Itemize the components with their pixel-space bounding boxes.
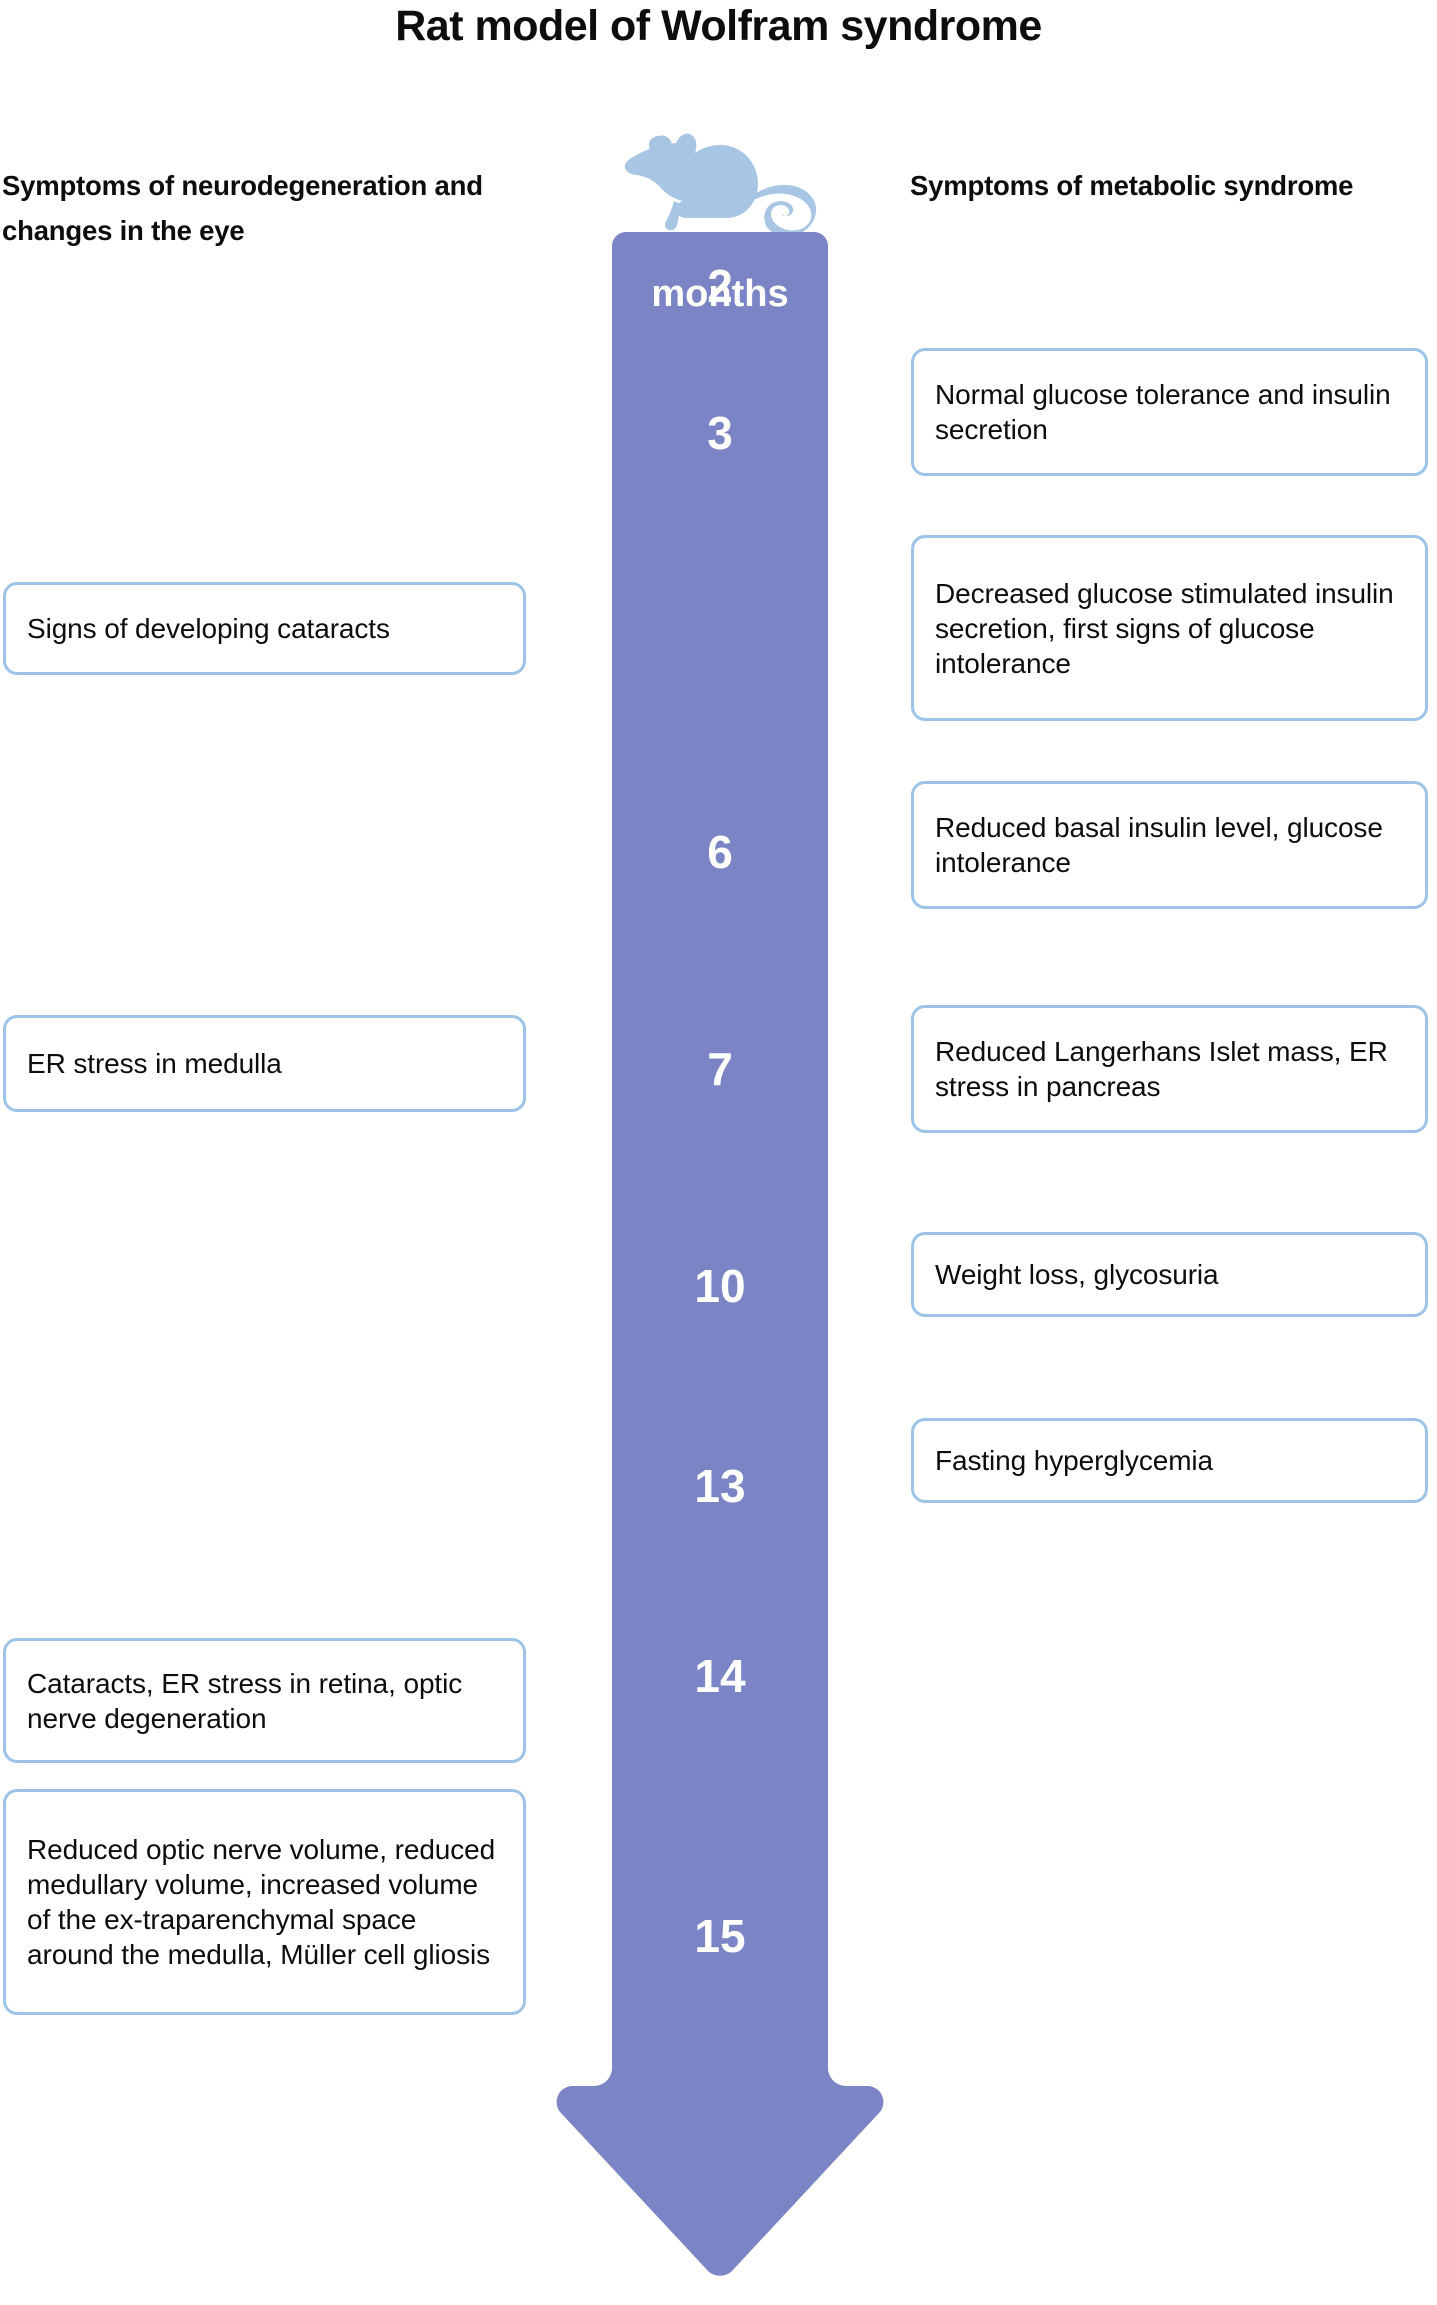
month-label-10: 10 [694, 1260, 746, 1312]
symptom-text: Reduced Langerhans Islet mass, ER stress… [935, 1036, 1388, 1102]
symptom-box-right-month-6[interactable]: Reduced basal insulin level, glucose int… [911, 781, 1428, 909]
symptom-text: Decreased glucose stimulated insulin sec… [935, 577, 1394, 679]
symptom-text: Reduced basal insulin level, glucose int… [935, 812, 1383, 878]
symptom-box-left-month-3[interactable]: Signs of developing cataracts [3, 582, 526, 675]
month-label-13: 13 [694, 1460, 746, 1512]
month-label-2: 2 [707, 260, 733, 312]
month-label-3: 3 [707, 407, 733, 459]
symptom-text: Normal glucose tolerance and insulin sec… [935, 379, 1391, 445]
symptom-text: Cataracts, ER stress in retina, optic ne… [27, 1667, 463, 1734]
rat-silhouette-icon [614, 126, 829, 237]
symptom-box-right-month-7[interactable]: Reduced Langerhans Islet mass, ER stress… [911, 1005, 1428, 1133]
symptom-text: Reduced optic nerve volume, reduced medu… [27, 1834, 496, 1970]
symptom-text: Weight loss, glycosuria [935, 1259, 1219, 1290]
month-label-6: 6 [707, 826, 733, 878]
symptom-box-right-month-3[interactable]: Decreased glucose stimulated insulin sec… [911, 535, 1428, 721]
symptom-box-right-month-2[interactable]: Normal glucose tolerance and insulin sec… [911, 348, 1428, 476]
symptom-box-left-month-7[interactable]: ER stress in medulla [3, 1015, 526, 1112]
column-header-neurodegeneration: Symptoms of neurodegeneration and change… [2, 170, 483, 246]
month-label-7: 7 [707, 1043, 733, 1095]
symptom-box-right-month-10[interactable]: Weight loss, glycosuria [911, 1232, 1428, 1317]
symptom-text: Signs of developing cataracts [27, 613, 390, 644]
symptom-box-left-month-15[interactable]: Reduced optic nerve volume, reduced medu… [3, 1789, 526, 2015]
symptom-box-right-month-13[interactable]: Fasting hyperglycemia [911, 1418, 1428, 1503]
month-label-15: 15 [694, 1910, 746, 1962]
symptom-text: Fasting hyperglycemia [935, 1445, 1214, 1476]
symptom-box-left-month-14[interactable]: Cataracts, ER stress in retina, optic ne… [3, 1638, 526, 1763]
page-title: Rat model of Wolfram syndrome [395, 2, 1042, 50]
month-label-14: 14 [694, 1650, 746, 1702]
symptom-text: ER stress in medulla [27, 1048, 282, 1079]
column-header-metabolic: Symptoms of metabolic syndrome [910, 170, 1354, 201]
